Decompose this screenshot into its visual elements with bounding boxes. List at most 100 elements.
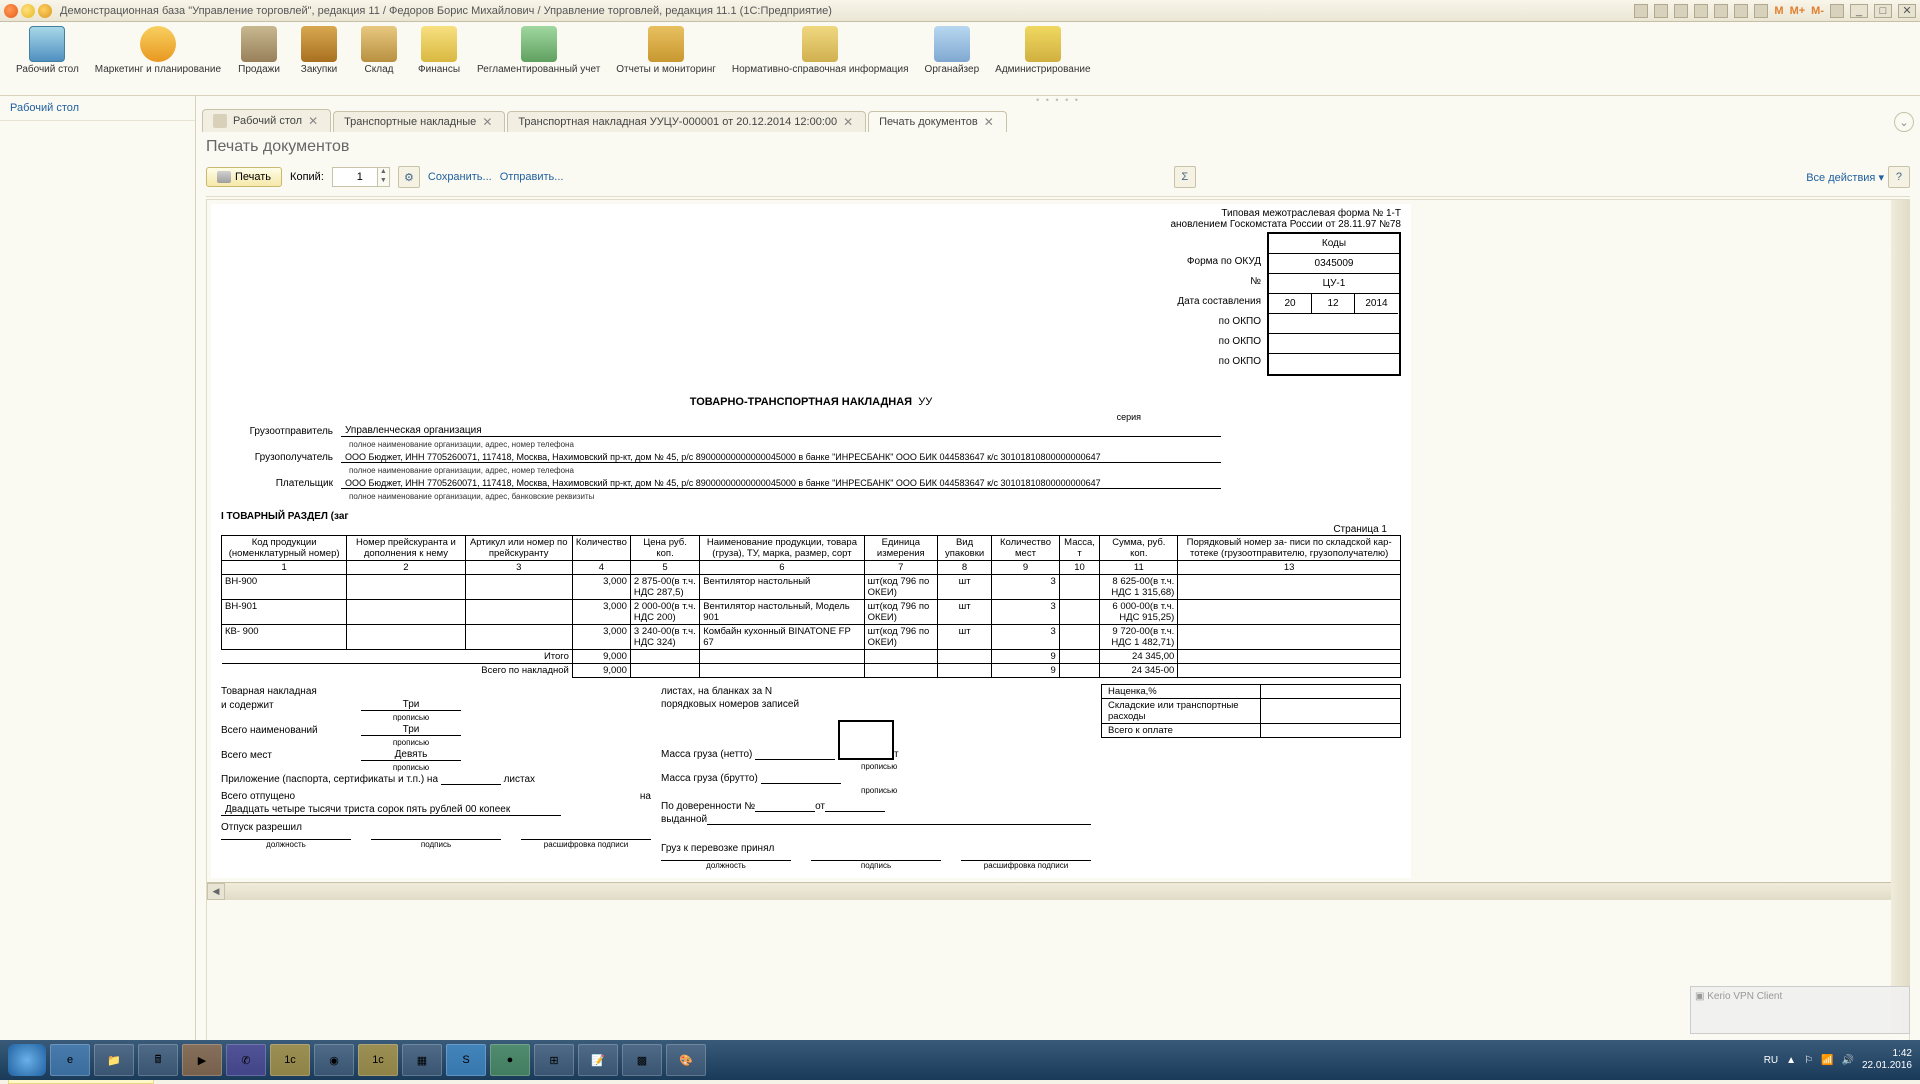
tab-print[interactable]: Печать документов✕ <box>868 111 1007 132</box>
sys-icon[interactable] <box>1674 4 1688 18</box>
send-link[interactable]: Отправить... <box>500 171 564 183</box>
netto-label: Масса груза (нетто) <box>661 749 752 760</box>
okud-value: 0345009 <box>1269 254 1399 274</box>
nav-stock[interactable]: Склад <box>349 24 409 93</box>
date-month: 12 <box>1312 294 1355 314</box>
task-chrome[interactable]: ◉ <box>314 1044 354 1076</box>
sender-sub: полное наименование организации, адрес, … <box>349 440 574 449</box>
tray-clock[interactable]: 1:42 22.01.2016 <box>1862 1048 1912 1072</box>
nav-desktop[interactable]: Рабочий стол <box>8 24 87 93</box>
tray-sound-icon[interactable]: 🔊 <box>1841 1055 1853 1066</box>
sig-position: должность <box>221 839 351 849</box>
help-button[interactable]: ? <box>1888 166 1910 188</box>
nav-purchase[interactable]: Закупки <box>289 24 349 93</box>
task-app4[interactable]: ▩ <box>622 1044 662 1076</box>
close-icon[interactable]: ✕ <box>843 116 855 128</box>
drag-handle[interactable]: • • • • • <box>196 96 1920 104</box>
tray-icon[interactable]: ▲ <box>1786 1055 1796 1066</box>
sys-icon[interactable] <box>1714 4 1728 18</box>
task-notes[interactable]: 📝 <box>578 1044 618 1076</box>
favorite-icon[interactable] <box>38 4 52 18</box>
task-skype[interactable]: S <box>446 1044 486 1076</box>
sys-icon[interactable] <box>1734 4 1748 18</box>
col-num: 3 <box>465 561 572 575</box>
tab-desktop[interactable]: Рабочий стол✕ <box>202 109 331 132</box>
task-app[interactable]: ▦ <box>402 1044 442 1076</box>
nav-label: Склад <box>365 64 394 75</box>
close-icon[interactable]: ✕ <box>308 115 320 127</box>
sys-icon[interactable] <box>1654 4 1668 18</box>
nsi-icon <box>802 26 838 62</box>
sheets-label: листах, на бланках за N <box>661 686 772 697</box>
nav-label: Рабочий стол <box>16 64 79 75</box>
nav-label: Регламентированный учет <box>477 64 600 75</box>
task-viber[interactable]: ✆ <box>226 1044 266 1076</box>
sys-icon[interactable] <box>1754 4 1768 18</box>
sig-sign: подпись <box>371 839 501 849</box>
task-ie[interactable]: e <box>50 1044 90 1076</box>
all-actions-label: Все действия <box>1806 172 1875 184</box>
nav-organizer[interactable]: Органайзер <box>917 24 988 93</box>
brutto-label: Масса груза (брутто) <box>661 773 758 784</box>
settings-button[interactable]: ⚙ <box>398 166 420 188</box>
nav-marketing[interactable]: Маркетинг и планирование <box>87 24 229 93</box>
form-line: ановлением Госкомстата России от 28.11.9… <box>1170 219 1401 230</box>
m-indicator[interactable]: M <box>1774 5 1783 17</box>
tray-lang[interactable]: RU <box>1764 1055 1778 1066</box>
sys-icon[interactable] <box>1634 4 1648 18</box>
tab-transport-list[interactable]: Транспортные накладные✕ <box>333 111 505 132</box>
start-button[interactable] <box>8 1044 46 1076</box>
tray-icon[interactable]: ⚐ <box>1804 1055 1813 1066</box>
copies-input[interactable] <box>332 167 378 187</box>
ord-label: порядковых номеров записей <box>661 699 799 710</box>
nav-label: Маркетинг и планирование <box>95 64 221 75</box>
m-minus-indicator[interactable]: M- <box>1811 5 1824 17</box>
m-plus-indicator[interactable]: M+ <box>1790 5 1806 17</box>
horizontal-scrollbar[interactable]: ◀▶ <box>207 882 1909 900</box>
help-icon[interactable] <box>1830 4 1844 18</box>
task-paint[interactable]: 🎨 <box>666 1044 706 1076</box>
minimize-button[interactable]: _ <box>1850 4 1868 18</box>
document-viewport[interactable]: Типовая межотраслевая форма № 1-Т ановле… <box>206 199 1910 1052</box>
task-media[interactable]: ▶ <box>182 1044 222 1076</box>
released-label: Всего отпущено <box>221 791 295 802</box>
task-app3[interactable]: ⊞ <box>534 1044 574 1076</box>
task-explorer[interactable]: 📁 <box>94 1044 134 1076</box>
tray-network-icon[interactable]: 📶 <box>1821 1055 1833 1066</box>
sys-icon[interactable] <box>1694 4 1708 18</box>
close-icon[interactable]: ✕ <box>482 116 494 128</box>
sales-icon <box>241 26 277 62</box>
maximize-button[interactable]: □ <box>1874 4 1892 18</box>
nav-nsi[interactable]: Нормативно-справочная информация <box>724 24 917 93</box>
tab-transport-doc[interactable]: Транспортная накладная УУЦУ-000001 от 20… <box>507 111 866 132</box>
payer-sub: полное наименование организации, адрес, … <box>349 492 594 501</box>
sender-label: Грузоотправитель <box>221 426 341 437</box>
task-1c[interactable]: 1c <box>270 1044 310 1076</box>
dover-num <box>755 811 815 812</box>
collapse-button[interactable]: ⌄ <box>1894 112 1914 132</box>
left-panel-title[interactable]: Рабочий стол <box>0 96 195 121</box>
nav-admin[interactable]: Администрирование <box>987 24 1098 93</box>
all-actions-link[interactable]: Все действия ▾ <box>1806 171 1884 184</box>
sigma-button[interactable]: Σ <box>1174 166 1196 188</box>
col-header: Масса, т <box>1059 536 1100 561</box>
col-header: Единица измерения <box>864 536 937 561</box>
col-header: Цена руб. коп. <box>630 536 699 561</box>
vertical-scrollbar[interactable] <box>1891 200 1909 1033</box>
task-calc[interactable]: 🖩 <box>138 1044 178 1076</box>
table-row: ВН-9013,0002 000-00(в т.ч. НДС 200)Венти… <box>222 600 1401 625</box>
save-link[interactable]: Сохранить... <box>428 171 492 183</box>
close-button[interactable]: ✕ <box>1898 4 1916 18</box>
vpn-notification[interactable]: ▣ Kerio VPN Client <box>1690 986 1910 1034</box>
nav-reports[interactable]: Отчеты и мониторинг <box>608 24 724 93</box>
task-1c-2[interactable]: 1c <box>358 1044 398 1076</box>
nav-sales[interactable]: Продажи <box>229 24 289 93</box>
task-app2[interactable]: ● <box>490 1044 530 1076</box>
nav-finance[interactable]: Финансы <box>409 24 469 93</box>
sig-sign: подпись <box>811 860 941 870</box>
print-button[interactable]: Печать <box>206 167 282 187</box>
nav-regulated[interactable]: Регламентированный учет <box>469 24 608 93</box>
copies-spinner[interactable]: ▲▼ <box>378 167 390 187</box>
col-num: 11 <box>1100 561 1178 575</box>
close-icon[interactable]: ✕ <box>984 116 996 128</box>
